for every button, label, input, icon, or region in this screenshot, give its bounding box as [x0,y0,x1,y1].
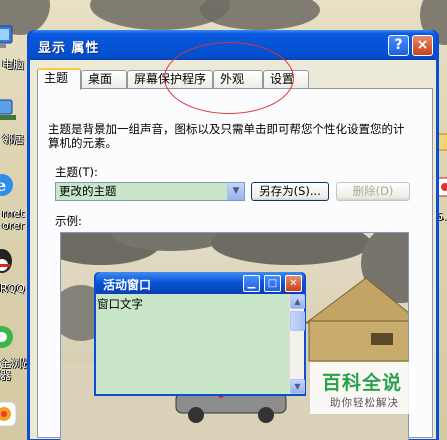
minimize-icon: ▁ [243,275,260,292]
delete-button[interactable]: 删除(D) [336,182,410,201]
qq-icon[interactable] [0,246,28,280]
help-icon: ? [394,37,403,53]
tab-themes[interactable]: 主题 [37,68,81,90]
window-title: 显示 属性 [38,41,100,56]
preview-window-title: 活动窗口 [103,278,152,292]
tab-desktop[interactable]: 桌面 [81,70,127,89]
preview-scrollbar: ▲ ▼ [289,294,305,394]
preview-active-window: 活动窗口 ▁ □ ✕ 窗口文字 ▲ ▼ [94,272,306,396]
my-computer-icon[interactable] [0,22,26,56]
scroll-thumb [290,311,305,331]
watermark: 百科全说 助你轻松解决 [310,362,415,414]
desktop-icon-label: 电脑 [2,58,24,71]
close-icon: × [416,37,429,53]
help-button[interactable]: ? [388,35,409,56]
save-as-button[interactable]: 另存为(S)... [251,182,329,201]
preview-label: 示例: [55,214,82,228]
360-browser-icon[interactable] [0,322,28,356]
desktop-icon-label: RQQ [0,282,25,295]
internet-explorer-icon[interactable]: e [0,170,28,204]
preview-window-body: 窗口文字 ▲ ▼ [96,294,305,394]
desktop-icon-label: rnet orer [2,207,25,232]
network-places-icon[interactable] [0,95,28,129]
theme-select[interactable]: 更改的主题 ▼ [55,182,245,201]
tab-screensaver[interactable]: 屏幕保护程序 [127,70,213,89]
tab-settings[interactable]: 设置 [263,70,309,89]
watermark-title: 百科全说 [322,372,403,394]
preview-window-text: 窗口文字 [97,297,143,311]
svg-text:e: e [0,176,6,195]
scroll-up-icon: ▲ [290,294,305,309]
scroll-down-icon: ▼ [290,379,305,394]
watermark-subtitle: 助你轻松解决 [330,397,399,409]
tab-appearance[interactable]: 外观 [213,70,263,89]
colorful-app-icon[interactable] [0,400,30,434]
themes-description: 主题是背景加一组声音，图标以及只需单击即可帮您个性化设置您的计算机的元素。 [48,122,405,150]
theme-select-value: 更改的主题 [59,184,117,198]
close-button[interactable]: × [412,35,433,56]
close-icon: ✕ [285,275,302,292]
wallpaper-cloud [200,0,320,30]
preview-title-bar: 活动窗口 ▁ □ ✕ [96,272,304,294]
maximize-icon: □ [264,275,281,292]
desktop-icon-label: 邻居 [2,133,24,146]
theme-label: 主题(T): [55,165,98,179]
chevron-down-icon[interactable]: ▼ [227,183,244,200]
title-bar[interactable]: 显示 属性 ? × [30,30,436,60]
